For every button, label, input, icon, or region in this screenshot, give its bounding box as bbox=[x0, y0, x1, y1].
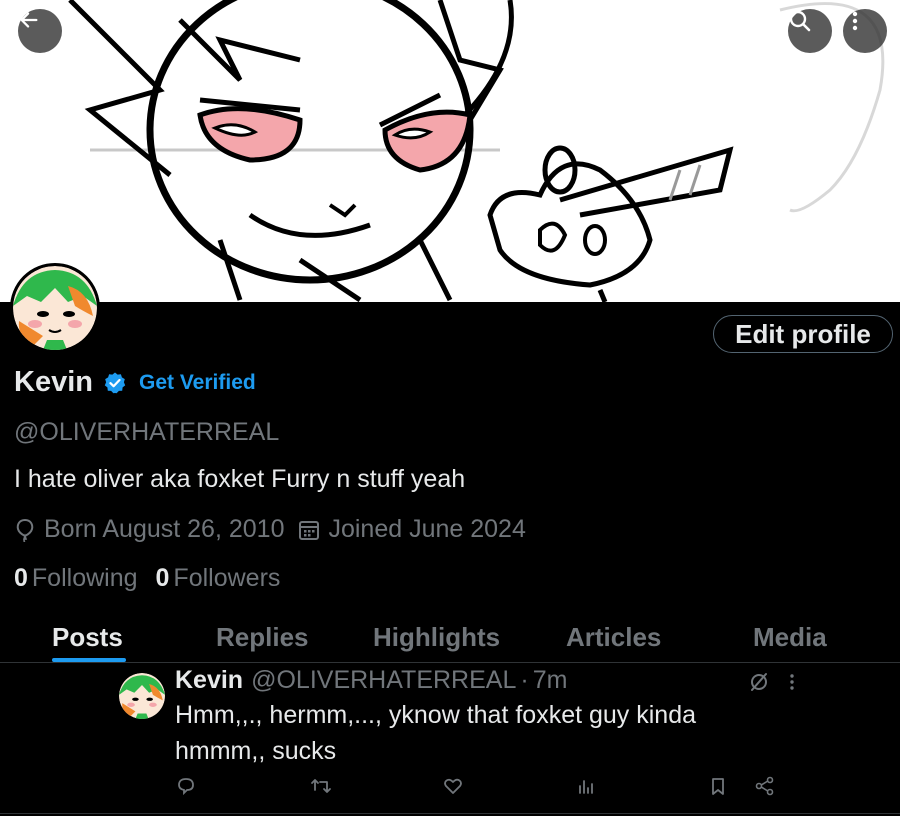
edit-profile-button[interactable]: Edit profile bbox=[713, 315, 893, 353]
search-icon bbox=[789, 10, 811, 32]
birthdate-text: Born August 26, 2010 bbox=[44, 515, 285, 543]
views-icon[interactable] bbox=[576, 776, 596, 796]
active-tab-indicator bbox=[52, 658, 126, 662]
followers-link[interactable]: 0 Followers bbox=[156, 564, 281, 593]
following-label: Following bbox=[31, 564, 138, 592]
balloon-icon bbox=[16, 518, 34, 542]
display-name: Kevin bbox=[14, 366, 93, 398]
back-button[interactable] bbox=[18, 9, 62, 53]
profile-avatar[interactable] bbox=[10, 263, 100, 353]
calendar-icon bbox=[299, 520, 320, 540]
grok-icon[interactable] bbox=[748, 671, 770, 693]
get-verified-link[interactable]: Get Verified bbox=[139, 371, 256, 395]
joined-item: Joined June 2024 bbox=[298, 515, 526, 544]
reply-icon[interactable] bbox=[176, 776, 196, 796]
more-options-button[interactable] bbox=[843, 9, 887, 53]
tab-posts[interactable]: Posts bbox=[52, 622, 123, 653]
followers-label: Followers bbox=[173, 564, 281, 592]
following-link[interactable]: 0 Following bbox=[14, 564, 138, 593]
profile-meta: Born August 26, 2010 Joined June 2024 bbox=[14, 515, 540, 544]
followers-count: 0 bbox=[155, 564, 170, 592]
follow-stats: 0 Following 0 Followers bbox=[14, 564, 298, 593]
repost-icon[interactable] bbox=[310, 776, 332, 796]
profile-handle: @OLIVERHATERREAL bbox=[14, 418, 280, 446]
avatar-image bbox=[13, 266, 97, 350]
profile-bio: I hate oliver aka foxket Furry n stuff y… bbox=[14, 465, 466, 493]
birthdate-item: Born August 26, 2010 bbox=[14, 515, 284, 544]
banner-drawing bbox=[0, 0, 900, 302]
post-separator: · bbox=[520, 666, 529, 694]
arrow-left-icon bbox=[20, 12, 38, 28]
following-count: 0 bbox=[14, 564, 28, 592]
verified-badge-icon bbox=[104, 372, 126, 393]
post-author-handle[interactable]: @OLIVERHATERREAL bbox=[251, 666, 516, 695]
tab-replies[interactable]: Replies bbox=[216, 622, 309, 653]
tab-media[interactable]: Media bbox=[753, 622, 827, 653]
post-divider bbox=[0, 813, 900, 814]
post-more-icon[interactable] bbox=[784, 671, 800, 693]
post-header: Kevin @OLIVERHATERREAL · 7m bbox=[175, 666, 567, 695]
avatar-image bbox=[119, 673, 165, 719]
search-button[interactable] bbox=[788, 9, 832, 53]
post-author-name[interactable]: Kevin bbox=[175, 666, 243, 695]
tab-highlights[interactable]: Highlights bbox=[373, 622, 500, 653]
share-icon[interactable] bbox=[754, 776, 776, 796]
profile-name-row: Kevin Get Verified bbox=[14, 366, 256, 399]
post-timestamp[interactable]: 7m bbox=[533, 666, 568, 695]
bookmark-icon[interactable] bbox=[708, 776, 728, 796]
post-avatar[interactable] bbox=[119, 673, 165, 719]
post-text: Hmm,,., hermm,..., yknow that foxket guy… bbox=[175, 701, 697, 765]
joined-text: Joined June 2024 bbox=[328, 515, 526, 543]
profile-banner[interactable] bbox=[0, 0, 900, 302]
more-vertical-icon bbox=[852, 11, 858, 31]
like-icon[interactable] bbox=[443, 776, 463, 796]
profile-tabs: Posts Replies Highlights Articles Media bbox=[0, 614, 900, 663]
tab-articles[interactable]: Articles bbox=[566, 622, 661, 653]
